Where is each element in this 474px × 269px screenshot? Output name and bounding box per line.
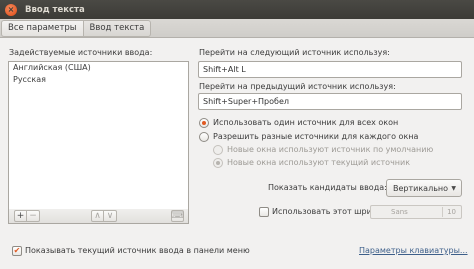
remove-source-button[interactable]: − bbox=[27, 210, 40, 222]
keyboard-settings-link[interactable]: Параметры клавиатуры... bbox=[359, 246, 468, 255]
input-sources-list[interactable]: Английская (США) Русская bbox=[8, 61, 189, 210]
window-title: Ввод текста bbox=[25, 4, 85, 15]
font-chooser-button[interactable]: Sans 10 bbox=[370, 205, 462, 219]
sources-heading: Задействуемые источники ввода: bbox=[9, 48, 153, 57]
navigation-bar: Все параметры Ввод текста bbox=[0, 19, 474, 38]
list-item[interactable]: Английская (США) bbox=[9, 62, 188, 74]
list-item[interactable]: Русская bbox=[9, 74, 188, 86]
font-name: Sans bbox=[391, 208, 408, 216]
plus-icon: + bbox=[16, 210, 25, 221]
current-page-button[interactable]: Ввод текста bbox=[82, 19, 152, 37]
font-size: 10 bbox=[447, 208, 456, 216]
list-toolbar: + − ∧ ∨ ⌨ bbox=[8, 209, 189, 224]
next-source-label: Перейти на следующий источник используя: bbox=[199, 48, 390, 57]
window-titlebar: × Ввод текста bbox=[0, 0, 474, 19]
same-source-radio[interactable] bbox=[199, 118, 209, 128]
chevron-down-icon: ∨ bbox=[106, 210, 114, 221]
different-source-radio[interactable] bbox=[199, 132, 209, 142]
candidates-value: Вертикально bbox=[393, 183, 449, 193]
candidates-orientation-combo[interactable]: Вертикально ▼ bbox=[386, 179, 462, 197]
custom-font-label: Использовать этот шрифт: bbox=[272, 207, 386, 216]
show-current-source-checkbox[interactable]: ✔ bbox=[12, 246, 22, 256]
keyboard-layout-button[interactable]: ⌨ bbox=[171, 210, 184, 222]
keyboard-icon: ⌨ bbox=[171, 210, 184, 221]
custom-font-checkbox[interactable] bbox=[259, 207, 269, 217]
new-windows-default-label: Новые окна используют источник по умолча… bbox=[227, 145, 434, 154]
move-up-button[interactable]: ∧ bbox=[91, 210, 104, 222]
same-source-label: Использовать один источник для всех окон bbox=[213, 118, 399, 127]
checkmark-icon: ✔ bbox=[13, 246, 21, 255]
chevron-down-icon: ▼ bbox=[451, 184, 456, 192]
new-windows-current-label: Новые окна используют текущий источник bbox=[227, 158, 411, 167]
close-icon[interactable]: × bbox=[5, 3, 17, 16]
prev-source-shortcut-field[interactable]: Shift+Super+Пробел bbox=[198, 93, 462, 110]
chevron-up-icon: ∧ bbox=[94, 210, 101, 221]
show-current-source-label: Показывать текущий источник ввода в пане… bbox=[25, 246, 250, 255]
move-down-button[interactable]: ∨ bbox=[104, 210, 117, 222]
prev-source-label: Перейти на предыдущий источник используя… bbox=[199, 82, 396, 91]
new-windows-current-radio[interactable] bbox=[213, 158, 223, 168]
different-source-label: Разрешить разные источники для каждого о… bbox=[213, 132, 419, 141]
next-source-shortcut-field[interactable]: Shift+Alt L bbox=[198, 61, 462, 78]
add-source-button[interactable]: + bbox=[14, 210, 27, 222]
candidates-label: Показать кандидаты ввода: bbox=[268, 183, 387, 192]
all-settings-button[interactable]: Все параметры bbox=[1, 19, 83, 37]
minus-icon: − bbox=[29, 210, 37, 221]
font-separator bbox=[442, 207, 444, 217]
new-windows-default-radio[interactable] bbox=[213, 145, 223, 155]
